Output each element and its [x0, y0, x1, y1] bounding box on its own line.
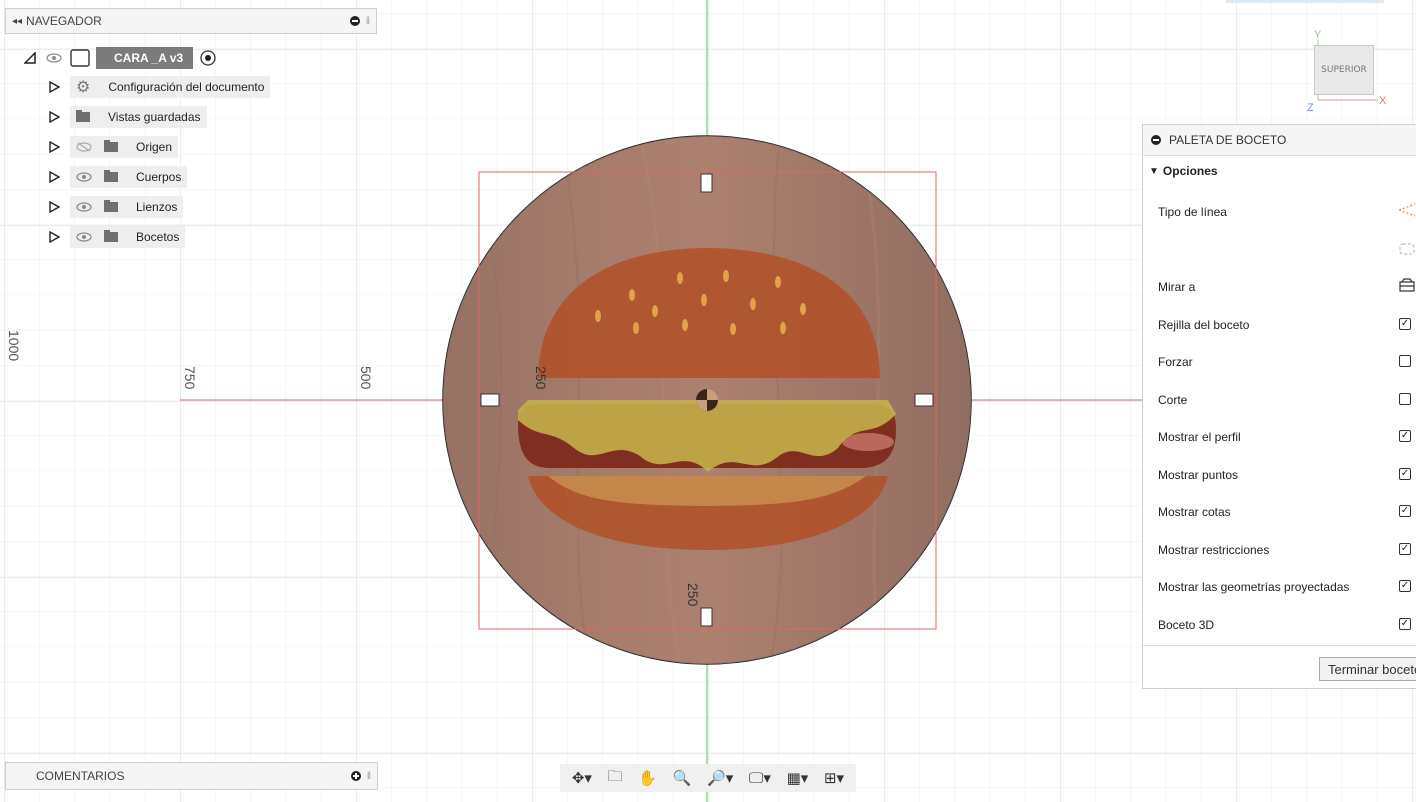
- axis-y-label: Y: [1314, 29, 1322, 41]
- tree-item[interactable]: Bocetos: [48, 226, 186, 248]
- tree-item[interactable]: Vistas guardadas: [48, 106, 207, 128]
- left-handle[interactable]: [480, 393, 500, 407]
- panel-resize-icon[interactable]: ‖: [366, 16, 370, 27]
- axis-z-label: Z: [1307, 102, 1314, 114]
- 3d-sketch-checkbox[interactable]: ✓: [1399, 618, 1411, 630]
- navigation-toolbar: ✥▾ 🗀 ✋ 🔍 🔎▾ 🖵▾ ▦▾ ⊞▾: [560, 764, 856, 792]
- option-label-line-type: Tipo de línea: [1158, 205, 1227, 219]
- option-label-show-constraints: Mostrar restricciones: [1158, 543, 1270, 557]
- finish-sketch-button[interactable]: Terminar boceto: [1319, 657, 1416, 681]
- show-projected-checkbox[interactable]: ✓: [1399, 580, 1411, 592]
- folder-icon: [76, 110, 90, 122]
- option-label-show-dimensions: Mostrar cotas: [1158, 505, 1231, 519]
- caret-down-icon: ▼: [1149, 165, 1159, 177]
- centerline-icon[interactable]: [1397, 241, 1416, 257]
- tree-item-label: Bocetos: [136, 230, 180, 244]
- expand-right-icon[interactable]: [48, 111, 60, 123]
- option-label-snap: Forzar: [1158, 355, 1193, 369]
- eye-hidden-icon[interactable]: [76, 142, 92, 152]
- tree-item[interactable]: Origen: [48, 136, 179, 158]
- root-label[interactable]: CARA _A v3: [96, 47, 194, 69]
- viewcube[interactable]: SUPERIOR: [1314, 45, 1374, 95]
- navigator-title: NAVEGADOR: [26, 14, 102, 28]
- comments-title: COMENTARIOS: [36, 769, 125, 783]
- orbit-icon[interactable]: ✥▾: [572, 769, 592, 787]
- palette-title: PALETA DE BOCETO: [1169, 133, 1287, 147]
- expand-right-icon[interactable]: [48, 81, 60, 93]
- eye-icon[interactable]: [76, 172, 92, 182]
- zoom-icon[interactable]: 🔍: [673, 769, 692, 787]
- component-icon: [70, 49, 90, 67]
- activate-radio-icon[interactable]: [199, 49, 217, 67]
- tree-item-label: Lienzos: [136, 200, 178, 214]
- expand-right-icon[interactable]: [48, 201, 60, 213]
- palette-header[interactable]: PALETA DE BOCETO: [1143, 125, 1416, 156]
- dimension-250-top: 250: [533, 366, 549, 390]
- axis-x-label: X: [1379, 95, 1387, 107]
- construction-line-icon[interactable]: [1397, 202, 1416, 218]
- gear-icon: ⚙: [76, 79, 91, 96]
- sketch-palette: PALETA DE BOCETO ▼ Opciones Tipo de líne…: [1142, 124, 1416, 689]
- folder-icon: [104, 140, 118, 152]
- expand-right-icon[interactable]: [48, 141, 60, 153]
- folder-icon: [104, 200, 118, 212]
- navigator-panel: ◂◂ NAVEGADOR ‖: [5, 8, 377, 34]
- look-at-icon[interactable]: 🗀: [608, 766, 623, 791]
- tree-item[interactable]: Lienzos: [48, 196, 184, 218]
- top-handle[interactable]: [700, 173, 713, 193]
- minimize-icon[interactable]: [1151, 135, 1161, 145]
- eye-icon[interactable]: [76, 202, 92, 212]
- center-point-icon: [696, 389, 718, 411]
- option-label-show-points: Mostrar puntos: [1158, 468, 1239, 482]
- display-settings-icon[interactable]: 🖵▾: [749, 769, 771, 787]
- show-profile-checkbox[interactable]: ✓: [1399, 430, 1411, 442]
- show-dimensions-checkbox[interactable]: ✓: [1399, 505, 1411, 517]
- tree-item-label: Vistas guardadas: [108, 110, 201, 124]
- slice-checkbox[interactable]: [1399, 393, 1411, 405]
- option-label-show-profile: Mostrar el perfil: [1158, 430, 1241, 444]
- pan-hand-icon[interactable]: ✋: [638, 769, 657, 787]
- eye-icon[interactable]: [46, 53, 62, 63]
- expand-right-icon[interactable]: [48, 231, 60, 243]
- option-label-slice: Corte: [1158, 393, 1188, 407]
- grid-settings-icon[interactable]: ▦▾: [787, 769, 809, 787]
- panel-resize-icon[interactable]: ‖: [367, 771, 371, 782]
- dimension-750: 750: [182, 366, 198, 390]
- tree-root[interactable]: CARA _A v3: [24, 47, 217, 69]
- minimize-icon[interactable]: [349, 16, 360, 26]
- tree-item-label: Origen: [136, 140, 173, 154]
- viewports-icon[interactable]: ⊞▾: [824, 769, 844, 787]
- options-section-title: Opciones: [1162, 164, 1218, 178]
- option-label-show-projected: Mostrar las geometrías proyectadas: [1158, 580, 1350, 594]
- expand-right-icon[interactable]: [48, 171, 60, 183]
- show-constraints-checkbox[interactable]: ✓: [1399, 543, 1411, 555]
- show-points-checkbox[interactable]: ✓: [1399, 468, 1411, 480]
- dimension-250-bottom: 250: [685, 583, 701, 607]
- tree-item[interactable]: ⚙ Configuración del documento: [48, 76, 271, 98]
- fit-window-icon[interactable]: 🔎▾: [707, 769, 733, 787]
- folder-icon: [104, 230, 118, 242]
- eye-icon[interactable]: [76, 232, 92, 242]
- add-comment-icon[interactable]: [350, 771, 361, 781]
- snap-checkbox[interactable]: [1399, 355, 1411, 367]
- look-at-icon[interactable]: [1397, 277, 1416, 293]
- tree-item-label: Configuración del documento: [108, 80, 265, 94]
- comments-panel[interactable]: COMENTARIOS ‖: [5, 762, 378, 790]
- bottom-handle[interactable]: [700, 607, 713, 627]
- tree-item-label: Cuerpos: [136, 170, 182, 184]
- option-label-look-at: Mirar a: [1158, 280, 1196, 294]
- dimension-500: 500: [358, 366, 374, 390]
- option-label-3d-sketch: Boceto 3D: [1158, 618, 1215, 632]
- collapse-icon[interactable]: ◂◂: [12, 16, 22, 27]
- expand-down-icon[interactable]: [24, 52, 36, 64]
- folder-icon: [104, 170, 118, 182]
- tree-item[interactable]: Cuerpos: [48, 166, 188, 188]
- sketch-grid-checkbox[interactable]: ✓: [1399, 318, 1411, 330]
- viewcube-face-label: SUPERIOR: [1321, 65, 1367, 75]
- options-section-header[interactable]: ▼ Opciones: [1143, 156, 1416, 186]
- dimension-1000: 1000: [6, 330, 22, 361]
- option-label-sketch-grid: Rejilla del boceto: [1158, 318, 1250, 332]
- right-handle[interactable]: [914, 393, 934, 407]
